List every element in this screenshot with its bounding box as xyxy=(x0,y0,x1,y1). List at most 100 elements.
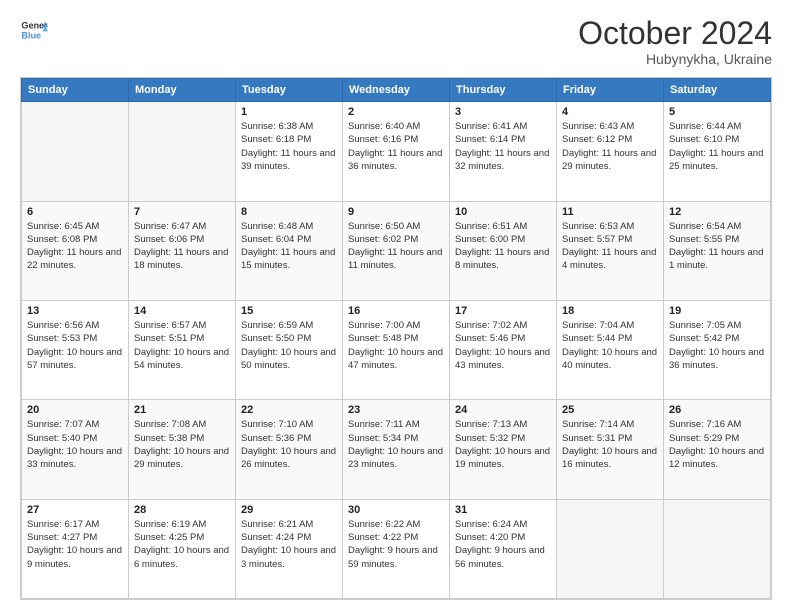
general-blue-icon: General Blue xyxy=(20,16,48,44)
calendar-cell xyxy=(664,499,771,598)
calendar-cell: 16Sunrise: 7:00 AM Sunset: 5:48 PM Dayli… xyxy=(343,300,450,399)
day-info: Sunrise: 7:14 AM Sunset: 5:31 PM Dayligh… xyxy=(562,418,658,471)
day-number: 18 xyxy=(562,305,658,317)
day-info: Sunrise: 6:57 AM Sunset: 5:51 PM Dayligh… xyxy=(134,319,230,372)
calendar-week-row: 6 Sunrise: 6:45 AM Sunset: 6:08 PM Daylig… xyxy=(22,201,771,300)
day-info: Sunrise: 6:24 AM Sunset: 4:20 PM Dayligh… xyxy=(455,518,551,571)
calendar-cell: 2 Sunrise: 6:40 AM Sunset: 6:16 PM Daylig… xyxy=(343,102,450,201)
logo: General Blue xyxy=(20,16,48,44)
day-number: 17 xyxy=(455,305,551,317)
day-info: Sunrise: 7:04 AM Sunset: 5:44 PM Dayligh… xyxy=(562,319,658,372)
day-number: 14 xyxy=(134,305,230,317)
calendar-cell: 12 Sunrise: 6:54 AM Sunset: 5:55 PM Dayli… xyxy=(664,201,771,300)
calendar-cell: 25Sunrise: 7:14 AM Sunset: 5:31 PM Dayli… xyxy=(557,400,664,499)
calendar-cell xyxy=(22,102,129,201)
day-info: Sunrise: 6:51 AM Sunset: 6:00 PM Dayligh… xyxy=(455,220,551,273)
calendar-cell: 29Sunrise: 6:21 AM Sunset: 4:24 PM Dayli… xyxy=(236,499,343,598)
day-number: 16 xyxy=(348,305,444,317)
day-number: 12 xyxy=(669,206,765,218)
day-info: Sunrise: 6:53 AM Sunset: 5:57 PM Dayligh… xyxy=(562,220,658,273)
day-info: Sunrise: 7:16 AM Sunset: 5:29 PM Dayligh… xyxy=(669,418,765,471)
location-subtitle: Hubynykha, Ukraine xyxy=(578,51,772,67)
day-info: Sunrise: 6:45 AM Sunset: 6:08 PM Dayligh… xyxy=(27,220,123,273)
day-number: 6 xyxy=(27,206,123,218)
svg-text:Blue: Blue xyxy=(21,30,41,40)
calendar-cell: 28Sunrise: 6:19 AM Sunset: 4:25 PM Dayli… xyxy=(129,499,236,598)
day-of-week-header: Sunday xyxy=(22,79,129,102)
calendar-cell xyxy=(129,102,236,201)
day-number: 1 xyxy=(241,106,337,118)
day-number: 5 xyxy=(669,106,765,118)
calendar-week-row: 27Sunrise: 6:17 AM Sunset: 4:27 PM Dayli… xyxy=(22,499,771,598)
day-number: 3 xyxy=(455,106,551,118)
calendar-cell xyxy=(557,499,664,598)
day-number: 31 xyxy=(455,504,551,516)
day-number: 8 xyxy=(241,206,337,218)
day-info: Sunrise: 7:05 AM Sunset: 5:42 PM Dayligh… xyxy=(669,319,765,372)
day-info: Sunrise: 6:59 AM Sunset: 5:50 PM Dayligh… xyxy=(241,319,337,372)
calendar-cell: 9Sunrise: 6:50 AM Sunset: 6:02 PM Daylig… xyxy=(343,201,450,300)
day-number: 28 xyxy=(134,504,230,516)
day-info: Sunrise: 6:56 AM Sunset: 5:53 PM Dayligh… xyxy=(27,319,123,372)
day-info: Sunrise: 7:10 AM Sunset: 5:36 PM Dayligh… xyxy=(241,418,337,471)
calendar-cell: 24Sunrise: 7:13 AM Sunset: 5:32 PM Dayli… xyxy=(450,400,557,499)
calendar-cell: 20 Sunrise: 7:07 AM Sunset: 5:40 PM Dayli… xyxy=(22,400,129,499)
day-number: 11 xyxy=(562,206,658,218)
day-of-week-header: Wednesday xyxy=(343,79,450,102)
calendar-cell: 15 Sunrise: 6:59 AM Sunset: 5:50 PM Dayli… xyxy=(236,300,343,399)
day-info: Sunrise: 6:48 AM Sunset: 6:04 PM Dayligh… xyxy=(241,220,337,273)
calendar-week-row: 1 Sunrise: 6:38 AM Sunset: 6:18 PM Daylig… xyxy=(22,102,771,201)
calendar-cell: 10 Sunrise: 6:51 AM Sunset: 6:00 PM Dayli… xyxy=(450,201,557,300)
calendar-cell: 27Sunrise: 6:17 AM Sunset: 4:27 PM Dayli… xyxy=(22,499,129,598)
calendar-cell: 21Sunrise: 7:08 AM Sunset: 5:38 PM Dayli… xyxy=(129,400,236,499)
title-block: October 2024 Hubynykha, Ukraine xyxy=(578,16,772,67)
day-number: 10 xyxy=(455,206,551,218)
calendar-cell: 26Sunrise: 7:16 AM Sunset: 5:29 PM Dayli… xyxy=(664,400,771,499)
day-info: Sunrise: 6:50 AM Sunset: 6:02 PM Dayligh… xyxy=(348,220,444,273)
month-year-title: October 2024 xyxy=(578,16,772,51)
calendar-cell: 4Sunrise: 6:43 AM Sunset: 6:12 PM Daylig… xyxy=(557,102,664,201)
calendar-week-row: 20 Sunrise: 7:07 AM Sunset: 5:40 PM Dayli… xyxy=(22,400,771,499)
calendar-cell: 18 Sunrise: 7:04 AM Sunset: 5:44 PM Dayli… xyxy=(557,300,664,399)
day-info: Sunrise: 7:07 AM Sunset: 5:40 PM Dayligh… xyxy=(27,418,123,471)
calendar-cell: 19 Sunrise: 7:05 AM Sunset: 5:42 PM Dayli… xyxy=(664,300,771,399)
day-of-week-header: Saturday xyxy=(664,79,771,102)
calendar-cell: 14 Sunrise: 6:57 AM Sunset: 5:51 PM Dayli… xyxy=(129,300,236,399)
day-of-week-header: Thursday xyxy=(450,79,557,102)
calendar-cell: 13 Sunrise: 6:56 AM Sunset: 5:53 PM Dayli… xyxy=(22,300,129,399)
calendar-cell: 7 Sunrise: 6:47 AM Sunset: 6:06 PM Daylig… xyxy=(129,201,236,300)
day-number: 13 xyxy=(27,305,123,317)
day-number: 22 xyxy=(241,404,337,416)
day-info: Sunrise: 7:02 AM Sunset: 5:46 PM Dayligh… xyxy=(455,319,551,372)
calendar-cell: 5 Sunrise: 6:44 AM Sunset: 6:10 PM Daylig… xyxy=(664,102,771,201)
day-info: Sunrise: 7:08 AM Sunset: 5:38 PM Dayligh… xyxy=(134,418,230,471)
day-number: 7 xyxy=(134,206,230,218)
calendar-cell: 17 Sunrise: 7:02 AM Sunset: 5:46 PM Dayli… xyxy=(450,300,557,399)
day-number: 30 xyxy=(348,504,444,516)
calendar-cell: 30 Sunrise: 6:22 AM Sunset: 4:22 PM Dayli… xyxy=(343,499,450,598)
calendar-body: 1 Sunrise: 6:38 AM Sunset: 6:18 PM Daylig… xyxy=(22,102,771,599)
day-number: 23 xyxy=(348,404,444,416)
day-number: 20 xyxy=(27,404,123,416)
day-info: Sunrise: 6:40 AM Sunset: 6:16 PM Dayligh… xyxy=(348,120,444,173)
calendar-cell: 6 Sunrise: 6:45 AM Sunset: 6:08 PM Daylig… xyxy=(22,201,129,300)
calendar-cell: 22 Sunrise: 7:10 AM Sunset: 5:36 PM Dayli… xyxy=(236,400,343,499)
day-info: Sunrise: 6:38 AM Sunset: 6:18 PM Dayligh… xyxy=(241,120,337,173)
day-number: 2 xyxy=(348,106,444,118)
calendar-cell: 23 Sunrise: 7:11 AM Sunset: 5:34 PM Dayli… xyxy=(343,400,450,499)
day-info: Sunrise: 6:44 AM Sunset: 6:10 PM Dayligh… xyxy=(669,120,765,173)
day-info: Sunrise: 6:41 AM Sunset: 6:14 PM Dayligh… xyxy=(455,120,551,173)
day-info: Sunrise: 7:11 AM Sunset: 5:34 PM Dayligh… xyxy=(348,418,444,471)
day-info: Sunrise: 6:47 AM Sunset: 6:06 PM Dayligh… xyxy=(134,220,230,273)
day-number: 15 xyxy=(241,305,337,317)
calendar-header: SundayMondayTuesdayWednesdayThursdayFrid… xyxy=(22,79,771,102)
day-info: Sunrise: 6:22 AM Sunset: 4:22 PM Dayligh… xyxy=(348,518,444,571)
calendar-week-row: 13 Sunrise: 6:56 AM Sunset: 5:53 PM Dayli… xyxy=(22,300,771,399)
day-number: 29 xyxy=(241,504,337,516)
day-info: Sunrise: 6:54 AM Sunset: 5:55 PM Dayligh… xyxy=(669,220,765,273)
day-of-week-header: Tuesday xyxy=(236,79,343,102)
calendar-cell: 11 Sunrise: 6:53 AM Sunset: 5:57 PM Dayli… xyxy=(557,201,664,300)
day-number: 27 xyxy=(27,504,123,516)
day-number: 4 xyxy=(562,106,658,118)
day-number: 19 xyxy=(669,305,765,317)
